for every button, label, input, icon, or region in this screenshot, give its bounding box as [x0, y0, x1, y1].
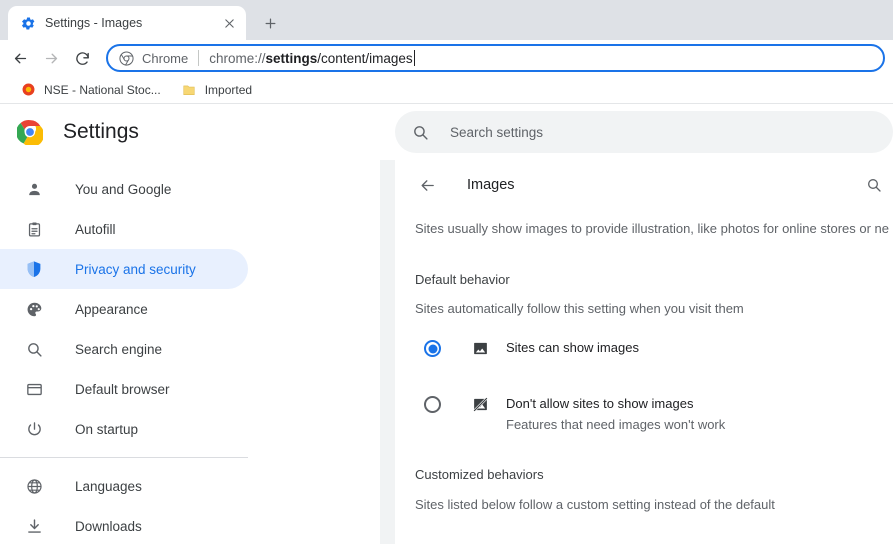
gear-icon	[20, 15, 36, 31]
radio-button-selected[interactable]	[424, 340, 441, 357]
address-bar[interactable]: Chrome chrome://settings/content/images	[106, 44, 885, 72]
folder-icon	[181, 82, 197, 98]
url-scheme: chrome://	[209, 51, 265, 66]
images-panel-body: Sites usually show images to provide ill…	[395, 219, 893, 512]
tab-title: Settings - Images	[45, 16, 220, 30]
image-blocked-icon	[471, 395, 489, 413]
sidebar-item-you-and-google[interactable]: You and Google	[0, 169, 248, 209]
sidebar-item-appearance[interactable]: Appearance	[0, 289, 248, 329]
sidebar-item-label: Appearance	[75, 302, 148, 317]
settings-sidebar: You and Google Autofill	[0, 160, 380, 544]
settings-header: Settings Search settings	[0, 104, 893, 160]
sidebar-item-label: Downloads	[75, 519, 142, 534]
radio-option-texts: Sites can show images	[506, 338, 639, 357]
sidebar-item-autofill[interactable]: Autofill	[0, 209, 248, 249]
sidebar-item-on-startup[interactable]: On startup	[0, 409, 248, 449]
bookmark-nse[interactable]: NSE - National Stoc...	[12, 79, 169, 101]
reload-button[interactable]	[68, 44, 96, 72]
search-icon	[24, 339, 44, 359]
url-path: /content/images	[317, 51, 412, 66]
customized-behaviors-title: Customized behaviors	[415, 467, 873, 482]
settings-search-wrap: Search settings	[395, 104, 893, 160]
nse-favicon-icon	[20, 82, 36, 98]
chrome-icon	[118, 50, 134, 66]
sidebar-divider	[0, 457, 248, 458]
forward-button[interactable]	[37, 44, 65, 72]
bookmark-label: NSE - National Stoc...	[44, 83, 161, 97]
content-gap	[380, 160, 395, 544]
radio-option-label: Don't allow sites to show images	[506, 394, 725, 413]
sidebar-item-search-engine[interactable]: Search engine	[0, 329, 248, 369]
back-arrow-icon[interactable]	[413, 171, 441, 199]
sidebar-item-languages[interactable]: Languages	[0, 466, 248, 506]
page-title: Settings	[63, 120, 139, 144]
settings-page: Settings Search settings	[0, 104, 893, 544]
radio-option-texts: Don't allow sites to show images Feature…	[506, 394, 725, 434]
url-host: settings	[266, 51, 318, 66]
sidebar-item-label: Languages	[75, 479, 142, 494]
sidebar-item-privacy-and-security[interactable]: Privacy and security	[0, 249, 248, 289]
shield-icon	[24, 259, 44, 279]
search-placeholder: Search settings	[450, 125, 543, 140]
clipboard-icon	[24, 219, 44, 239]
radio-button-unselected[interactable]	[424, 396, 441, 413]
search-icon	[411, 123, 429, 141]
settings-brand[interactable]: Settings	[0, 119, 395, 145]
settings-body: You and Google Autofill	[0, 160, 893, 544]
chrome-logo-icon	[17, 119, 43, 145]
radio-option-dont-allow-images[interactable]: Don't allow sites to show images Feature…	[415, 394, 873, 434]
text-cursor	[414, 50, 415, 66]
images-settings-panel: Images Sites usually show images to prov…	[395, 160, 893, 544]
images-panel-header: Images	[395, 160, 893, 210]
new-tab-button[interactable]	[256, 9, 284, 37]
sidebar-item-downloads[interactable]: Downloads	[0, 506, 248, 544]
browser-window: Settings - Images	[0, 0, 893, 545]
radio-option-description: Features that need images won't work	[506, 415, 725, 434]
bookmarks-bar: NSE - National Stoc... Imported	[0, 76, 893, 104]
radio-option-sites-can-show-images[interactable]: Sites can show images	[415, 338, 873, 372]
sidebar-item-label: You and Google	[75, 182, 171, 197]
default-behavior-title: Default behavior	[415, 272, 873, 287]
back-button[interactable]	[6, 44, 34, 72]
omnibox-url[interactable]: chrome://settings/content/images	[209, 50, 414, 66]
sidebar-item-label: Privacy and security	[75, 262, 196, 277]
sidebar-item-label: Autofill	[75, 222, 116, 237]
customized-behaviors-subtitle: Sites listed below follow a custom setti…	[415, 497, 873, 512]
omnibox-separator	[198, 50, 199, 66]
bookmark-label: Imported	[205, 83, 252, 97]
image-icon	[471, 339, 489, 357]
tab-strip: Settings - Images	[0, 0, 893, 40]
sidebar-item-label: On startup	[75, 422, 138, 437]
search-icon[interactable]	[861, 172, 887, 198]
sidebar-item-label: Default browser	[75, 382, 170, 397]
default-behavior-subtitle: Sites automatically follow this setting …	[415, 301, 873, 316]
palette-icon	[24, 299, 44, 319]
radio-option-label: Sites can show images	[506, 340, 639, 355]
download-icon	[24, 516, 44, 536]
globe-icon	[24, 476, 44, 496]
close-icon[interactable]	[220, 14, 238, 32]
sidebar-item-default-browser[interactable]: Default browser	[0, 369, 248, 409]
omnibox-site-label: Chrome	[142, 51, 188, 66]
images-panel-title: Images	[467, 177, 861, 193]
search-input[interactable]: Search settings	[395, 111, 893, 153]
power-icon	[24, 419, 44, 439]
person-icon	[24, 179, 44, 199]
sidebar-item-label: Search engine	[75, 342, 162, 357]
images-intro-text: Sites usually show images to provide ill…	[415, 219, 873, 239]
bookmark-imported-folder[interactable]: Imported	[173, 79, 260, 101]
browser-toolbar: Chrome chrome://settings/content/images	[0, 40, 893, 76]
browser-window-icon	[24, 379, 44, 399]
tab-settings-images[interactable]: Settings - Images	[8, 6, 246, 40]
